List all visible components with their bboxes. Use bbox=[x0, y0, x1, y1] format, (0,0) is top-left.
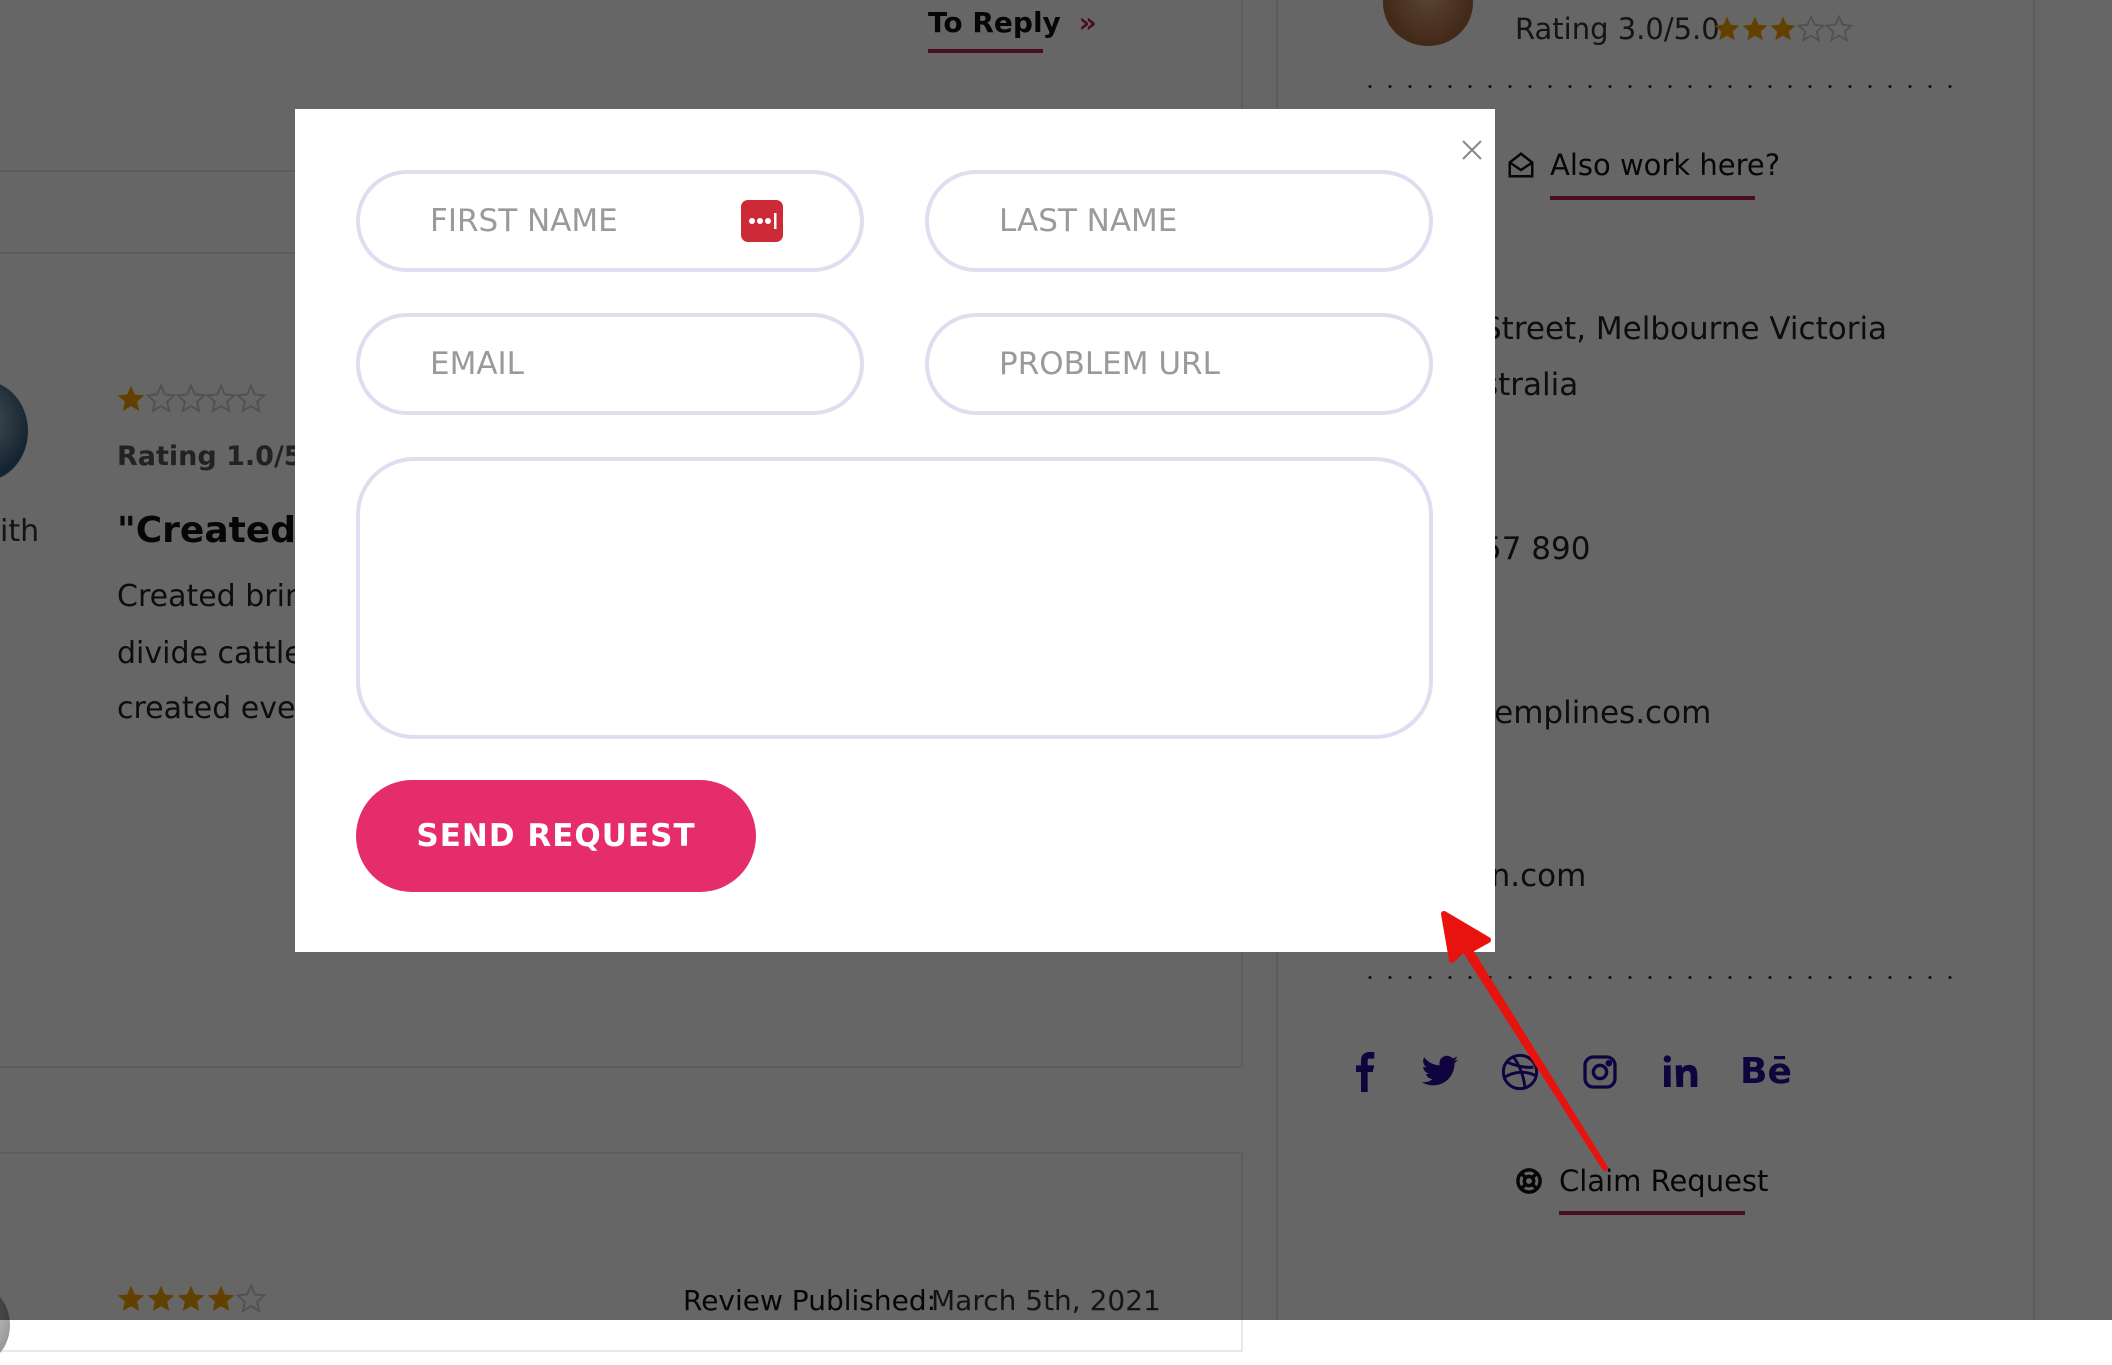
lastpass-icon[interactable] bbox=[741, 200, 783, 242]
page: To Reply » ith Rating 1.0/5.0 "Created b… bbox=[0, 0, 2112, 1365]
first-name-input[interactable] bbox=[356, 170, 864, 272]
last-name-input[interactable] bbox=[925, 170, 1433, 272]
send-request-button[interactable]: SEND REQUEST bbox=[356, 780, 756, 892]
email-input[interactable] bbox=[356, 313, 864, 415]
problem-url-input[interactable] bbox=[925, 313, 1433, 415]
close-icon[interactable] bbox=[1461, 139, 1483, 161]
claim-request-modal: SEND REQUEST bbox=[295, 109, 1495, 952]
message-textarea[interactable] bbox=[356, 457, 1433, 739]
